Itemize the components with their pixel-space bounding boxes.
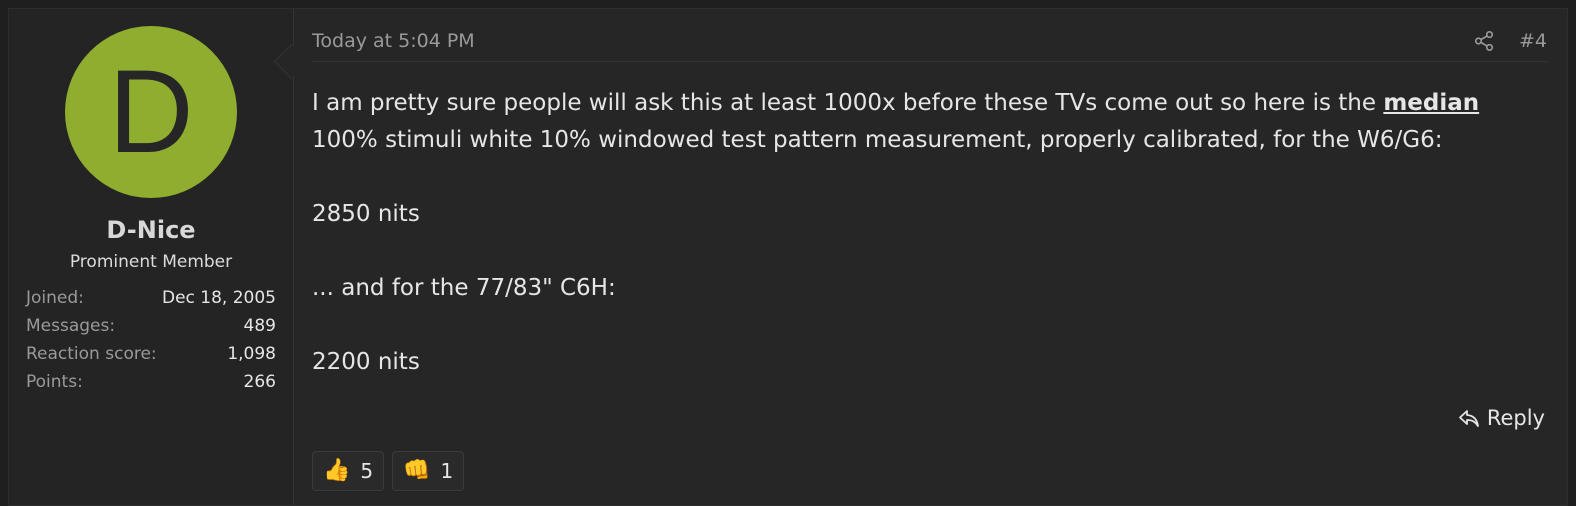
post-header-actions: #4 bbox=[1473, 30, 1547, 52]
stat-reaction-score: Reaction score: 1,098 bbox=[26, 340, 276, 368]
reaction-fist-bump[interactable]: 👊 1 bbox=[392, 451, 465, 491]
stat-label: Joined: bbox=[26, 288, 84, 308]
stat-messages: Messages: 489 bbox=[26, 312, 276, 340]
stat-label: Reaction score: bbox=[26, 344, 157, 364]
stat-value: Dec 18, 2005 bbox=[161, 288, 276, 308]
reply-button[interactable]: Reply bbox=[1457, 406, 1545, 430]
user-stats: Joined: Dec 18, 2005 Messages: 489 React… bbox=[26, 284, 276, 396]
reaction-count: 1 bbox=[440, 459, 454, 483]
post-timestamp[interactable]: Today at 5:04 PM bbox=[312, 30, 475, 52]
reply-icon bbox=[1458, 410, 1479, 427]
stat-value: 489 bbox=[243, 316, 276, 336]
stat-joined: Joined: Dec 18, 2005 bbox=[26, 284, 276, 312]
stat-value: 1,098 bbox=[227, 344, 276, 364]
post-paragraph: 2850 nits bbox=[312, 201, 420, 227]
stat-label: Messages: bbox=[26, 316, 116, 336]
stat-label: Points: bbox=[26, 372, 83, 392]
reaction-like[interactable]: 👍 5 bbox=[312, 451, 385, 491]
post-paragraph: I am pretty sure people will ask this at… bbox=[312, 85, 1527, 159]
post-number-link[interactable]: #4 bbox=[1519, 30, 1547, 52]
post-main: Today at 5:04 PM #4 I am pretty sure peo… bbox=[294, 9, 1567, 505]
reply-label: Reply bbox=[1486, 406, 1545, 430]
thumbs-up-icon: 👍 bbox=[323, 458, 351, 483]
forum-post: D D-Nice Prominent Member Joined: Dec 18… bbox=[8, 8, 1568, 506]
share-icon[interactable] bbox=[1473, 30, 1495, 52]
username[interactable]: D-Nice bbox=[9, 216, 293, 244]
stat-value: 266 bbox=[243, 372, 276, 392]
text-span: I am pretty sure people will ask this at… bbox=[312, 90, 1384, 116]
bold-text: median bbox=[1383, 90, 1480, 116]
post-header: Today at 5:04 PM #4 bbox=[312, 21, 1547, 62]
reaction-count: 5 bbox=[360, 459, 374, 483]
text-span: 100% stimuli white 10% windowed test pat… bbox=[312, 127, 1443, 153]
reactions-bar: 👍 5 👊 1 bbox=[312, 451, 465, 491]
stat-points: Points: 266 bbox=[26, 368, 276, 396]
post-paragraph: ... and for the 77/83" C6H: bbox=[312, 275, 616, 301]
fist-bump-icon: 👊 bbox=[403, 458, 431, 483]
post-paragraph: 2200 nits bbox=[312, 349, 420, 375]
avatar[interactable]: D bbox=[65, 26, 237, 198]
user-title: Prominent Member bbox=[69, 252, 233, 272]
post-body: I am pretty sure people will ask this at… bbox=[312, 85, 1527, 381]
user-info-panel: D D-Nice Prominent Member Joined: Dec 18… bbox=[9, 9, 294, 505]
